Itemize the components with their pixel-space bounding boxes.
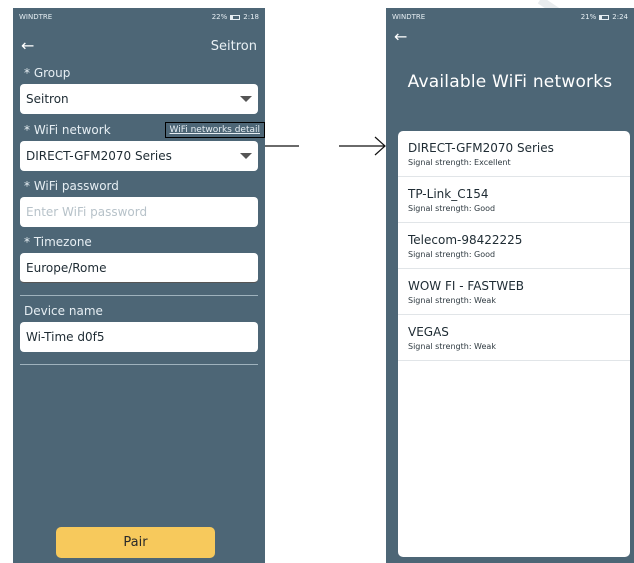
wifi-network-value: DIRECT-GFM2070 Series bbox=[26, 149, 172, 163]
status-bar: WINDTRE 21% 2:24 bbox=[386, 8, 634, 26]
battery-icon bbox=[230, 14, 241, 20]
battery-icon bbox=[599, 14, 610, 20]
group-select[interactable]: Seitron bbox=[20, 84, 258, 114]
back-arrow-icon[interactable]: ← bbox=[21, 38, 34, 54]
dropdown-caret-icon bbox=[240, 96, 252, 102]
group-label: * Group bbox=[24, 66, 71, 80]
battery-percent: 22% bbox=[211, 13, 228, 21]
right-phone-screen: WINDTRE 21% 2:24 ← Available WiFi networ… bbox=[386, 8, 634, 563]
section-divider bbox=[20, 364, 258, 365]
network-signal: Signal strength: Weak bbox=[408, 342, 496, 351]
network-name: WOW FI - FASTWEB bbox=[408, 279, 525, 293]
timezone-input[interactable]: Europe/Rome bbox=[20, 253, 258, 283]
page-title: Available WiFi networks bbox=[407, 72, 613, 92]
device-name-value: Wi-Time d0f5 bbox=[26, 330, 105, 344]
status-bar: WINDTRE 22% 2:18 bbox=[13, 8, 265, 26]
network-list-item[interactable]: DIRECT-GFM2070 Series Signal strength: E… bbox=[398, 131, 630, 177]
network-signal: Signal strength: Excellent bbox=[408, 158, 511, 167]
timezone-value: Europe/Rome bbox=[26, 260, 107, 275]
dropdown-caret-icon bbox=[240, 153, 252, 159]
wifi-network-label-row: * WiFi network WiFi networks detail bbox=[20, 122, 265, 138]
device-name-input[interactable]: Wi-Time d0f5 bbox=[20, 322, 258, 352]
network-signal: Signal strength: Good bbox=[408, 250, 496, 259]
group-value: Seitron bbox=[26, 92, 69, 106]
device-name-label: Device name bbox=[24, 304, 103, 318]
wifi-networks-detail-link[interactable]: WiFi networks detail bbox=[164, 122, 265, 138]
status-right: 21% 2:24 bbox=[581, 13, 628, 21]
wifi-network-select[interactable]: DIRECT-GFM2070 Series bbox=[20, 141, 258, 171]
status-carrier: WINDTRE bbox=[19, 13, 53, 21]
network-signal: Signal strength: Good bbox=[408, 204, 496, 213]
network-list-item[interactable]: VEGAS Signal strength: Weak bbox=[398, 315, 630, 361]
wifi-password-label: * WiFi password bbox=[24, 179, 119, 193]
network-list-item[interactable]: Telecom-98422225 Signal strength: Good bbox=[398, 223, 630, 269]
app-bar: ← Seitron bbox=[13, 26, 265, 66]
network-list-item[interactable]: WOW FI - FASTWEB Signal strength: Weak bbox=[398, 269, 630, 315]
battery-percent: 21% bbox=[580, 13, 597, 21]
network-name: VEGAS bbox=[408, 325, 449, 339]
status-time: 2:18 bbox=[243, 13, 259, 21]
network-name: DIRECT-GFM2070 Series bbox=[408, 141, 554, 155]
screenshot-canvas: WINDTRE 22% 2:18 ← Seitron * Group Seitr… bbox=[0, 0, 634, 563]
flow-arrow bbox=[265, 136, 386, 156]
network-name: TP-Link_C154 bbox=[408, 187, 489, 201]
network-signal: Signal strength: Weak bbox=[408, 296, 496, 305]
timezone-label: * Timezone bbox=[24, 235, 92, 249]
wifi-password-placeholder: Enter WiFi password bbox=[26, 205, 148, 219]
section-divider bbox=[20, 295, 258, 296]
status-right: 22% 2:18 bbox=[212, 13, 259, 21]
network-name: Telecom-98422225 bbox=[408, 233, 523, 247]
status-time: 2:24 bbox=[612, 13, 628, 21]
wifi-network-label: * WiFi network bbox=[24, 122, 111, 137]
wifi-network-list: DIRECT-GFM2070 Series Signal strength: E… bbox=[398, 131, 630, 557]
network-list-item[interactable]: TP-Link_C154 Signal strength: Good bbox=[398, 177, 630, 223]
left-phone-screen: WINDTRE 22% 2:18 ← Seitron * Group Seitr… bbox=[13, 8, 265, 563]
wifi-password-input[interactable]: Enter WiFi password bbox=[20, 197, 258, 227]
app-bar-title: Seitron bbox=[210, 38, 257, 54]
back-arrow-icon[interactable]: ← bbox=[394, 29, 407, 45]
pair-button[interactable]: Pair bbox=[56, 527, 215, 558]
app-bar: ← bbox=[386, 26, 634, 48]
pairing-form: * Group Seitron * WiFi network WiFi netw… bbox=[13, 66, 265, 365]
status-carrier: WINDTRE bbox=[392, 13, 426, 21]
